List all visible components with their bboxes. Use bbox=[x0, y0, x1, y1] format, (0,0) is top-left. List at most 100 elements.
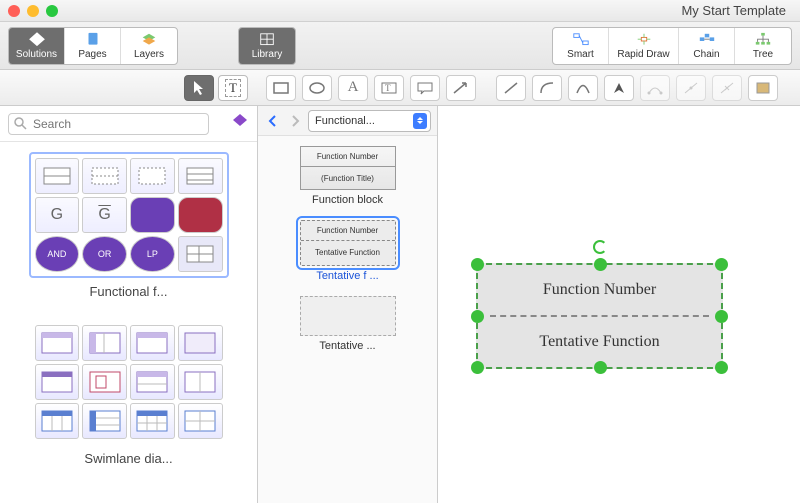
library-shape-preview: Function Number Tentative Function bbox=[300, 220, 396, 266]
resize-handle-tl[interactable] bbox=[471, 258, 484, 271]
library-label: Library bbox=[252, 49, 283, 60]
shape-top-text: Function Number bbox=[301, 147, 395, 167]
main-area: G G AND OR LP Functional f... bbox=[0, 106, 800, 503]
stencil-cell: AND bbox=[35, 236, 80, 272]
library-panel: Functional... Function Number (Function … bbox=[258, 106, 438, 503]
text-shape-button[interactable]: A bbox=[338, 75, 368, 101]
rotate-handle[interactable] bbox=[593, 240, 607, 254]
resize-handle-tm[interactable] bbox=[594, 258, 607, 271]
stencil-cell bbox=[130, 197, 175, 233]
library-item-tentative-empty[interactable]: Tentative ... bbox=[258, 296, 437, 352]
path-edit-2-button[interactable] bbox=[676, 75, 706, 101]
stencil-cell: LP bbox=[130, 236, 175, 272]
minimize-window-button[interactable] bbox=[27, 5, 39, 17]
stencil-cell bbox=[178, 197, 223, 233]
arrow-shape-button[interactable] bbox=[446, 75, 476, 101]
ellipse-shape-button[interactable] bbox=[302, 75, 332, 101]
rapid-draw-button[interactable]: Rapid Draw bbox=[609, 28, 679, 64]
library-item-label: Tentative f ... bbox=[258, 270, 437, 282]
stencil-group-swimlane[interactable]: Swimlane dia... bbox=[12, 319, 245, 466]
stencil-cell bbox=[130, 364, 175, 400]
stencil-group-label: Functional f... bbox=[12, 284, 245, 299]
stencil-grid: G G AND OR LP bbox=[29, 152, 229, 278]
tree-button[interactable]: Tree bbox=[735, 28, 791, 64]
library-button[interactable]: Library bbox=[239, 28, 295, 64]
stencil-group-functional[interactable]: G G AND OR LP Functional f... bbox=[12, 152, 245, 299]
stencil-cell bbox=[35, 364, 80, 400]
resize-handle-bm[interactable] bbox=[594, 361, 607, 374]
shape-bot-text: Tentative Function bbox=[301, 241, 395, 263]
stencil-cell: G bbox=[35, 197, 80, 233]
page-icon bbox=[84, 32, 102, 48]
tree-label: Tree bbox=[753, 49, 773, 60]
library-item-tentative-function[interactable]: Function Number Tentative Function Tenta… bbox=[258, 220, 437, 282]
text-tool-icon: T bbox=[225, 79, 241, 97]
stencil-cell bbox=[178, 325, 223, 361]
library-item-function-block[interactable]: Function Number (Function Title) Functio… bbox=[258, 146, 437, 206]
nav-back-button[interactable] bbox=[264, 112, 282, 130]
view-mode-group: Solutions Pages Layers bbox=[8, 27, 178, 65]
selected-shape[interactable]: Function Number Tentative Function bbox=[476, 263, 723, 369]
home-icon[interactable] bbox=[231, 112, 249, 135]
library-item-label: Function block bbox=[258, 194, 437, 206]
resize-handle-ml[interactable] bbox=[471, 310, 484, 323]
diamond-icon bbox=[28, 32, 46, 48]
stencil-grid bbox=[29, 319, 229, 445]
chain-icon bbox=[698, 32, 716, 48]
stencil-cell bbox=[178, 158, 223, 194]
layers-label: Layers bbox=[134, 49, 164, 60]
solutions-label: Solutions bbox=[16, 49, 57, 60]
stencil-cell bbox=[130, 403, 175, 439]
dropdown-caret-icon bbox=[413, 113, 427, 129]
rapid-draw-label: Rapid Draw bbox=[617, 49, 669, 60]
chain-button[interactable]: Chain bbox=[679, 28, 735, 64]
resize-handle-tr[interactable] bbox=[715, 258, 728, 271]
main-toolbar: Solutions Pages Layers Library Smart Rap… bbox=[0, 22, 800, 70]
stencil-cell bbox=[82, 364, 127, 400]
stencil-cell bbox=[82, 403, 127, 439]
window-traffic-lights bbox=[8, 5, 58, 17]
smart-label: Smart bbox=[567, 49, 594, 60]
library-header: Functional... bbox=[258, 106, 437, 136]
text-tool[interactable]: T bbox=[218, 75, 248, 101]
text-frame-button[interactable]: T bbox=[374, 75, 404, 101]
layers-icon bbox=[140, 32, 158, 48]
stencil-cell bbox=[35, 403, 80, 439]
stencil-cell bbox=[130, 325, 175, 361]
titlebar: My Start Template bbox=[0, 0, 800, 22]
search-row bbox=[0, 106, 257, 142]
library-shape-preview: Function Number (Function Title) bbox=[300, 146, 396, 190]
zoom-window-button[interactable] bbox=[46, 5, 58, 17]
resize-handle-mr[interactable] bbox=[715, 310, 728, 323]
close-window-button[interactable] bbox=[8, 5, 20, 17]
line-tool-button[interactable] bbox=[496, 75, 526, 101]
smart-button[interactable]: Smart bbox=[553, 28, 609, 64]
library-item-label: Tentative ... bbox=[258, 340, 437, 352]
layers-button[interactable]: Layers bbox=[121, 28, 177, 64]
search-icon bbox=[14, 117, 27, 133]
curve-tool-button[interactable] bbox=[532, 75, 562, 101]
library-dropdown[interactable]: Functional... bbox=[308, 110, 431, 132]
pages-button[interactable]: Pages bbox=[65, 28, 121, 64]
library-shape-preview bbox=[300, 296, 396, 336]
library-items: Function Number (Function Title) Functio… bbox=[258, 136, 437, 503]
nav-forward-button[interactable] bbox=[286, 112, 304, 130]
pointer-tool[interactable] bbox=[184, 75, 214, 101]
resize-handle-br[interactable] bbox=[715, 361, 728, 374]
draw-mode-group: Smart Rapid Draw Chain Tree bbox=[552, 27, 792, 65]
arc-tool-button[interactable] bbox=[568, 75, 598, 101]
stencil-cell bbox=[178, 364, 223, 400]
shape-line-1: Function Number bbox=[478, 265, 721, 315]
callout-shape-button[interactable] bbox=[410, 75, 440, 101]
search-input[interactable] bbox=[8, 113, 209, 135]
rect-shape-button[interactable] bbox=[266, 75, 296, 101]
shape-line-2: Tentative Function bbox=[478, 317, 721, 367]
canvas[interactable]: Function Number Tentative Function bbox=[438, 106, 800, 503]
pen-tool-button[interactable] bbox=[604, 75, 634, 101]
solutions-button[interactable]: Solutions bbox=[9, 28, 65, 64]
fill-swatch-button[interactable] bbox=[748, 75, 778, 101]
resize-handle-bl[interactable] bbox=[471, 361, 484, 374]
path-cut-button[interactable] bbox=[712, 75, 742, 101]
shape-top-text: Function Number bbox=[301, 221, 395, 241]
path-edit-1-button[interactable] bbox=[640, 75, 670, 101]
